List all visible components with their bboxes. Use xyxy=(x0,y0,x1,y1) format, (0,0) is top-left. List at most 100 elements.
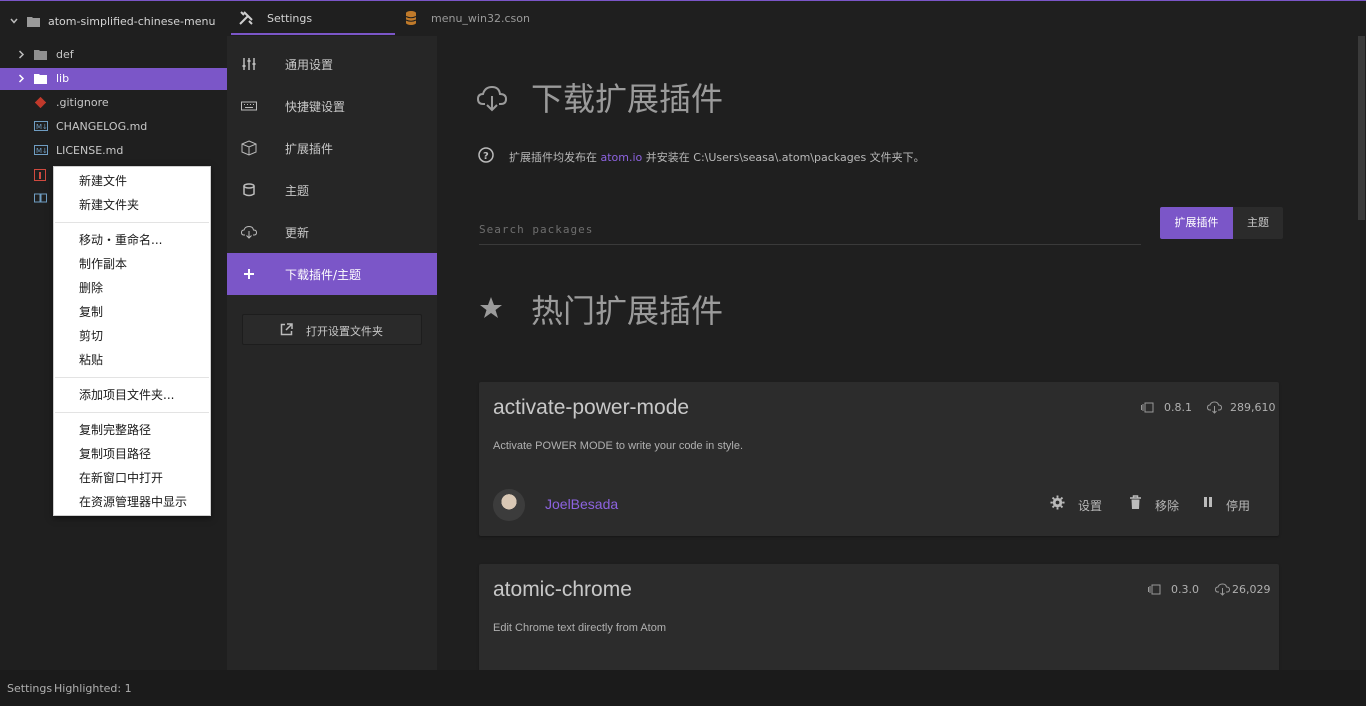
package-description: Edit Chrome text directly from Atom xyxy=(493,622,666,634)
trash-icon xyxy=(1130,495,1141,509)
tree-item-label: lib xyxy=(56,72,70,85)
settings-nav-keybindings[interactable]: 快捷键设置 xyxy=(227,85,437,127)
package-description: Activate POWER MODE to write your code i… xyxy=(493,440,744,452)
settings-nav-label: 主题 xyxy=(285,184,310,198)
chevron-right-icon xyxy=(18,50,25,59)
tab-settings[interactable]: Settings xyxy=(227,1,395,36)
atom-io-link[interactable]: atom.io xyxy=(601,151,643,164)
tab-label: menu_win32.cson xyxy=(431,12,530,25)
menu-separator xyxy=(55,377,209,378)
package-version: 0.3.0 xyxy=(1171,583,1199,596)
package-card-activate-power-mode[interactable]: activate-power-mode 0.8.1 289,610 Activa… xyxy=(479,382,1279,536)
settings-label: 设置 xyxy=(1078,499,1103,513)
settings-nav-updates[interactable]: 更新 xyxy=(227,211,437,253)
install-title: 下载扩展插件 xyxy=(531,80,724,118)
package-version: 0.8.1 xyxy=(1164,401,1192,414)
settings-nav-core[interactable]: 通用设置 xyxy=(227,43,437,85)
menu-item-delete[interactable]: 删除 xyxy=(79,278,103,298)
menu-item-show-in-explorer[interactable]: 在资源管理器中显示 xyxy=(79,492,187,512)
plus-icon xyxy=(244,269,254,279)
menu-item-paste[interactable]: 粘贴 xyxy=(79,350,103,370)
menu-item-copy-full-path[interactable]: 复制完整路径 xyxy=(79,420,151,440)
disable-label: 停用 xyxy=(1226,499,1251,513)
package-downloads: 289,610 xyxy=(1230,401,1276,414)
markdown-icon: M↓ xyxy=(34,121,48,131)
svg-text:M↓: M↓ xyxy=(36,123,48,131)
menu-separator xyxy=(55,412,209,413)
package-file-icon xyxy=(34,169,46,181)
open-config-folder-label: 打开设置文件夹 xyxy=(306,325,383,338)
tree-item-def[interactable]: def xyxy=(0,44,227,66)
avatar[interactable] xyxy=(493,489,525,521)
open-config-folder-button[interactable]: 打开设置文件夹 xyxy=(242,314,422,345)
tree-item-lib[interactable]: lib xyxy=(0,68,227,90)
search-packages-toggle[interactable]: 扩展插件 xyxy=(1160,207,1233,239)
folder-icon xyxy=(34,74,47,84)
markdown-icon: M↓ xyxy=(34,145,48,155)
search-themes-toggle[interactable]: 主题 xyxy=(1233,207,1283,239)
vertical-scrollbar[interactable] xyxy=(1357,36,1366,670)
settings-nav-packages[interactable]: 扩展插件 xyxy=(227,127,437,169)
tools-icon xyxy=(239,11,253,25)
settings-nav-label: 快捷键设置 xyxy=(285,100,346,114)
menu-item-add-project-folder[interactable]: 添加项目文件夹... xyxy=(79,385,174,405)
book-icon xyxy=(34,193,47,203)
settings-nav-label: 通用设置 xyxy=(285,58,334,72)
cloud-download-icon xyxy=(1215,583,1230,596)
settings-nav-label: 更新 xyxy=(285,226,310,240)
menu-item-new-file[interactable]: 新建文件 xyxy=(79,171,127,191)
status-file[interactable]: Settings xyxy=(7,682,52,695)
gear-icon xyxy=(1050,495,1065,510)
search-packages-input[interactable] xyxy=(479,215,1141,245)
status-highlight: Highlighted: 1 xyxy=(54,682,132,695)
keyboard-icon xyxy=(241,101,257,111)
package-author[interactable]: JoelBesada xyxy=(545,496,618,512)
tree-item-gitignore[interactable]: .gitignore xyxy=(0,92,227,114)
tree-item-label: LICENSE.md xyxy=(56,144,124,157)
scrollbar-thumb[interactable] xyxy=(1358,36,1365,220)
tree-item-label: CHANGELOG.md xyxy=(56,120,148,133)
settings-nav-install[interactable]: 下载插件/主题 xyxy=(227,253,437,295)
settings-nav: 通用设置 快捷键设置 扩展插件 主题 更新 下载插件/主题 打开设置文件夹 xyxy=(227,36,437,670)
tab-label: Settings xyxy=(267,12,313,25)
link-external-icon xyxy=(280,323,293,336)
uninstall-label: 移除 xyxy=(1155,499,1180,513)
package-name[interactable]: atomic-chrome xyxy=(493,578,632,602)
cloud-download-icon xyxy=(477,85,507,112)
versions-icon xyxy=(1141,402,1154,413)
tree-root-label: atom-simplified-chinese-menu xyxy=(48,15,216,28)
featured-title: 热门扩展插件 xyxy=(531,292,724,330)
tree-item-label: def xyxy=(56,48,74,61)
package-name[interactable]: activate-power-mode xyxy=(493,396,689,420)
install-panel: 下载扩展插件 ? 扩展插件均发布在 atom.io 并安装在 C:\Users\… xyxy=(437,36,1356,670)
tree-item-label: .gitignore xyxy=(56,96,109,109)
active-tab-indicator xyxy=(231,33,395,35)
repo-folder-icon xyxy=(27,17,40,27)
menu-item-cut[interactable]: 剪切 xyxy=(79,326,103,346)
tree-item-changelog[interactable]: M↓ CHANGELOG.md xyxy=(0,116,227,138)
folder-icon xyxy=(34,50,47,60)
install-info-text: 扩展插件均发布在 atom.io 并安装在 C:\Users\seasa\.at… xyxy=(509,149,925,165)
status-bar: Settings Highlighted: 1 xyxy=(0,670,1366,706)
package-card-atomic-chrome[interactable]: atomic-chrome 0.3.0 26,029 Edit Chrome t… xyxy=(479,564,1279,670)
info-suffix: 并安装在 C:\Users\seasa\.atom\packages 文件夹下。 xyxy=(645,151,925,164)
package-downloads: 26,029 xyxy=(1232,583,1271,596)
menu-item-duplicate[interactable]: 制作副本 xyxy=(79,254,127,274)
info-prefix: 扩展插件均发布在 xyxy=(509,151,597,164)
menu-item-open-new-window[interactable]: 在新窗口中打开 xyxy=(79,468,163,488)
menu-item-copy-project-path[interactable]: 复制项目路径 xyxy=(79,444,151,464)
star-icon xyxy=(480,297,502,318)
menu-separator xyxy=(55,222,209,223)
chevron-down-icon xyxy=(10,18,18,24)
settings-nav-themes[interactable]: 主题 xyxy=(227,169,437,211)
menu-item-copy[interactable]: 复制 xyxy=(79,302,103,322)
settings-nav-label: 扩展插件 xyxy=(285,142,334,156)
menu-item-rename[interactable]: 移动・重命名... xyxy=(79,230,162,250)
sliders-icon xyxy=(242,58,256,70)
tab-menu-win32-cson[interactable]: menu_win32.cson xyxy=(395,1,595,36)
tree-root[interactable]: atom-simplified-chinese-menu xyxy=(0,10,227,34)
tree-item-license[interactable]: M↓ LICENSE.md xyxy=(0,140,227,162)
cloud-download-icon xyxy=(241,225,257,239)
svg-text:M↓: M↓ xyxy=(36,147,48,155)
menu-item-new-folder[interactable]: 新建文件夹 xyxy=(79,195,139,215)
